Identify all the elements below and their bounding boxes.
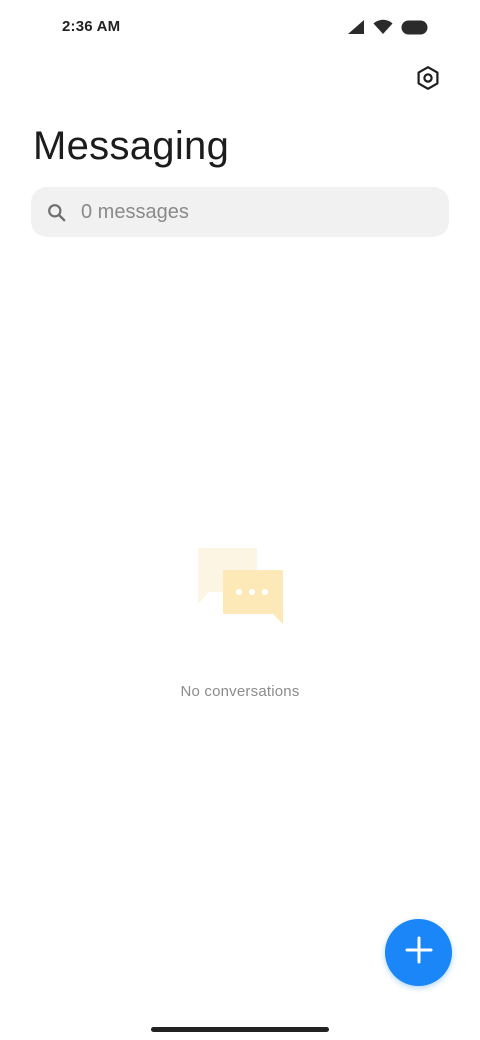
search-bar[interactable] xyxy=(31,187,449,237)
page-title: Messaging xyxy=(33,124,230,168)
gesture-nav-handle[interactable] xyxy=(151,1027,329,1032)
status-bar: 2:36 AM xyxy=(0,0,480,56)
chat-bubbles-icon xyxy=(195,546,287,626)
status-time: 2:36 AM xyxy=(62,18,121,35)
new-conversation-button[interactable] xyxy=(385,919,452,986)
wifi-icon xyxy=(373,19,393,35)
search-input[interactable] xyxy=(81,187,431,237)
signal-icon xyxy=(347,19,365,35)
settings-button[interactable] xyxy=(410,62,446,98)
status-icons xyxy=(347,18,428,36)
settings-icon xyxy=(415,65,441,96)
messaging-screen: 2:36 AM Messaging 0 messages No conversa… xyxy=(0,0,480,1040)
plus-icon xyxy=(405,936,433,969)
empty-state-text: No conversations xyxy=(180,683,300,700)
battery-icon xyxy=(401,20,428,35)
search-icon xyxy=(47,203,66,222)
